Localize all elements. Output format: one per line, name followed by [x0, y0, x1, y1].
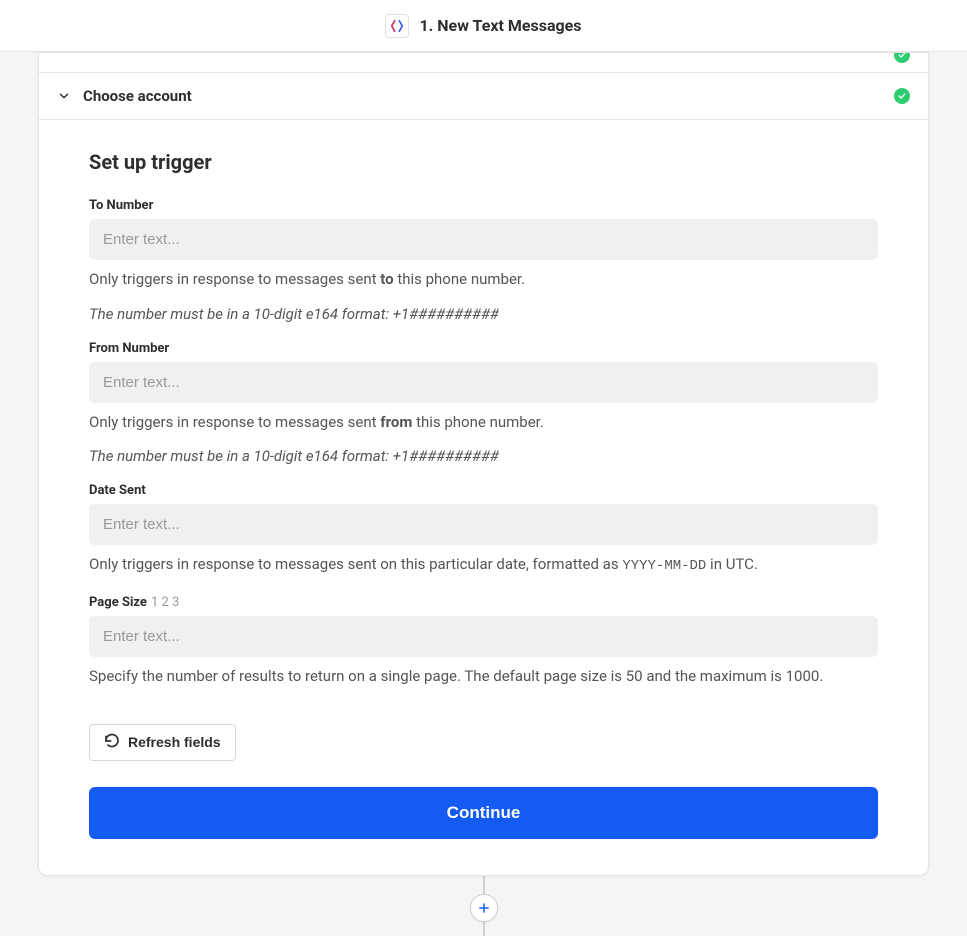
field-date-sent: Date Sent Only triggers in response to m… [89, 483, 878, 577]
app-icon [385, 14, 409, 38]
to-number-input[interactable] [89, 219, 878, 260]
continue-button[interactable]: Continue [89, 787, 878, 839]
from-number-label: From Number [89, 341, 878, 356]
to-number-label: To Number [89, 198, 878, 213]
date-sent-help: Only triggers in response to messages se… [89, 553, 878, 577]
check-icon [894, 88, 910, 104]
previous-section-edge [39, 53, 928, 73]
top-bar: 1. New Text Messages [0, 0, 967, 52]
page-size-label: Page Size1 2 3 [89, 595, 878, 610]
from-number-help: Only triggers in response to messages se… [89, 411, 878, 434]
canvas: Choose account Set up trigger To Number … [0, 52, 967, 936]
page-size-help: Specify the number of results to return … [89, 665, 878, 688]
field-page-size: Page Size1 2 3 Specify the number of res… [89, 595, 878, 688]
to-number-format-note: The number must be in a 10-digit e164 fo… [89, 305, 878, 323]
page-title: 1. New Text Messages [419, 16, 581, 35]
add-step-button[interactable] [470, 894, 498, 922]
field-from-number: From Number Only triggers in response to… [89, 341, 878, 466]
connector-line [483, 876, 485, 936]
from-number-input[interactable] [89, 362, 878, 403]
choose-account-section[interactable]: Choose account [39, 73, 928, 120]
from-number-format-note: The number must be in a 10-digit e164 fo… [89, 447, 878, 465]
date-sent-input[interactable] [89, 504, 878, 545]
field-to-number: To Number Only triggers in response to m… [89, 198, 878, 323]
refresh-fields-label: Refresh fields [128, 734, 221, 750]
plus-icon [477, 901, 491, 915]
check-icon [894, 52, 910, 63]
setup-trigger-form: Set up trigger To Number Only triggers i… [39, 120, 928, 875]
date-sent-label: Date Sent [89, 483, 878, 498]
trigger-card: Choose account Set up trigger To Number … [38, 52, 929, 876]
page-size-input[interactable] [89, 616, 878, 657]
choose-account-title: Choose account [83, 87, 192, 105]
to-number-help: Only triggers in response to messages se… [89, 268, 878, 291]
refresh-icon [104, 733, 120, 752]
form-title: Set up trigger [89, 150, 878, 174]
refresh-fields-button[interactable]: Refresh fields [89, 724, 236, 761]
chevron-down-icon [57, 89, 71, 103]
